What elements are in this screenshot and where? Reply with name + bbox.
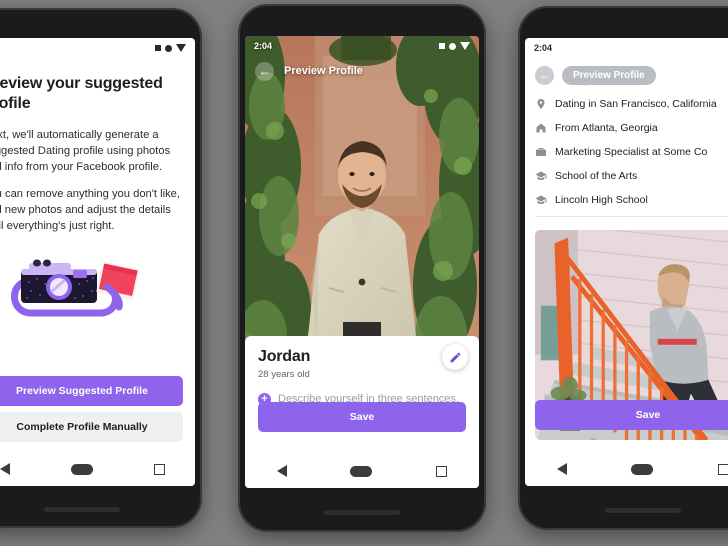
list-item-label: Marketing Specialist at Some Co [555, 146, 708, 158]
phone3-nav-bar [525, 452, 728, 486]
phone-right: 2:04 emojis. ← Preview Profile Dating in… [518, 6, 728, 530]
phone1-speaker-grille [44, 507, 120, 512]
page-title: Preview your suggested profile [0, 75, 163, 113]
list-item-label: School of the Arts [555, 170, 638, 182]
list-item[interactable]: From Atlanta, Georgia [535, 116, 728, 140]
circle-icon [449, 42, 456, 50]
signal-icon [155, 45, 161, 51]
phone3-app-header: emojis. ← Preview Profile [525, 58, 728, 92]
phone1-status-bar [0, 38, 195, 58]
profile-age: 28 years old [258, 369, 310, 380]
profile-info-list: Dating in San Francisco, California From… [525, 90, 728, 217]
nav-home-icon[interactable] [350, 465, 373, 477]
save-button[interactable]: Save [258, 402, 466, 432]
phone1-body: Preview your suggested profile Next, we'… [0, 38, 195, 329]
camera-with-photo-illustration [11, 259, 140, 317]
list-item-label: From Atlanta, Georgia [555, 122, 658, 134]
phone1-screen: Preview your suggested profile Next, we'… [0, 38, 195, 486]
arrow-left-icon[interactable]: ← [535, 65, 554, 85]
phone2-nav-bar [245, 454, 479, 488]
save-button[interactable]: Save [535, 400, 728, 430]
complete-profile-manually-button[interactable]: Complete Profile Manually [0, 412, 183, 442]
phone2-screen: 2:04 ← Preview Profile Jordan 28 years o… [245, 36, 479, 488]
circle-icon [165, 44, 172, 52]
phone3-speaker-grille [605, 508, 681, 513]
nav-back-icon[interactable] [557, 463, 568, 475]
home-icon [536, 123, 546, 133]
location-pin-icon [537, 99, 545, 109]
list-item-label: Lincoln High School [555, 194, 648, 206]
list-item-label: Dating in San Francisco, California [555, 98, 717, 110]
camera-illustration-wrap [0, 251, 181, 329]
nav-recents-icon[interactable] [436, 465, 448, 477]
phone2-header-title: Preview Profile [284, 65, 363, 77]
phone3-status-time: 2:04 [534, 43, 553, 53]
profile-name: Jordan [258, 348, 311, 365]
intro-paragraph-1: Next, we'll automatically generate a sug… [0, 129, 171, 174]
phone-center: 2:04 ← Preview Profile Jordan 28 years o… [238, 4, 486, 532]
list-item[interactable]: Lincoln High School [535, 188, 728, 212]
phone1-status-icons [155, 44, 186, 52]
list-item[interactable]: School of the Arts [535, 164, 728, 188]
graduation-cap-icon [535, 195, 547, 204]
nav-home-icon[interactable] [70, 463, 93, 475]
wifi-icon [176, 44, 186, 52]
list-item[interactable]: Marketing Specialist at Some Co [535, 140, 728, 164]
phone3-screen: 2:04 emojis. ← Preview Profile Dating in… [525, 38, 728, 486]
nav-back-icon[interactable] [276, 465, 287, 477]
phone3-header-title: Preview Profile [562, 65, 656, 85]
graduation-cap-icon [535, 171, 547, 180]
phone-left: Preview your suggested profile Next, we'… [0, 8, 202, 528]
nav-recents-icon[interactable] [153, 463, 165, 475]
list-divider [535, 216, 728, 217]
briefcase-icon [536, 148, 546, 156]
list-item[interactable]: Dating in San Francisco, California [535, 92, 728, 116]
phone2-status-icons [439, 42, 470, 50]
phone2-status-bar: 2:04 [245, 36, 479, 56]
wifi-icon [460, 42, 470, 50]
arrow-left-icon[interactable]: ← [255, 61, 274, 81]
phone1-nav-bar [0, 452, 195, 486]
phone2-speaker-grille [324, 510, 400, 515]
phone3-status-bar: 2:04 [525, 38, 728, 58]
nav-home-icon[interactable] [631, 463, 654, 475]
pencil-icon [450, 352, 460, 362]
signal-icon [439, 43, 445, 49]
preview-suggested-profile-button[interactable]: Preview Suggested Profile [0, 376, 183, 406]
phone2-status-time: 2:04 [254, 41, 273, 51]
profile-card: Jordan 28 years old + Describe yourself … [245, 336, 479, 454]
phone2-app-header: ← Preview Profile [245, 56, 479, 86]
edit-profile-button[interactable] [442, 344, 468, 370]
nav-back-icon[interactable] [0, 463, 10, 475]
nav-recents-icon[interactable] [717, 463, 728, 475]
intro-paragraph-2: You can remove anything you don't like, … [0, 188, 181, 232]
phone1-button-group: Preview Suggested Profile Complete Profi… [0, 376, 195, 452]
